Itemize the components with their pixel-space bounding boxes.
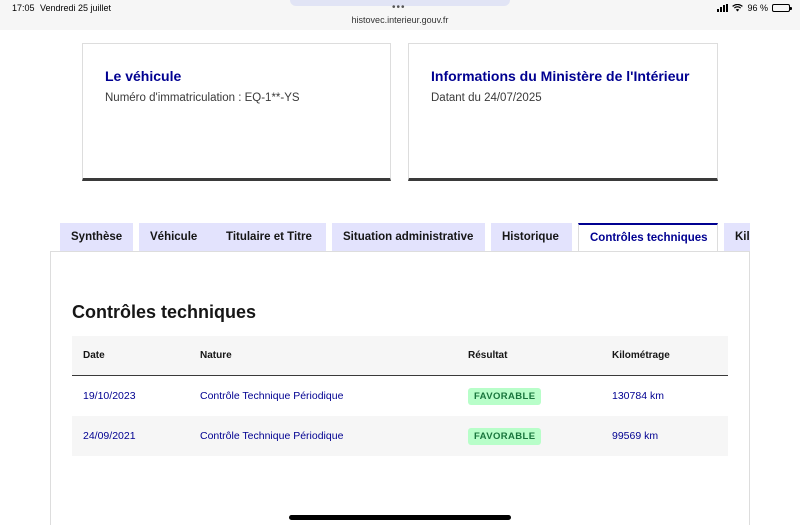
section-title: Contrôles techniques xyxy=(72,302,257,322)
row-date: 19/10/2023 xyxy=(83,390,136,402)
status-time: 17:05 xyxy=(12,3,35,13)
column-header-mileage: Kilométrage xyxy=(612,350,670,361)
column-header-result: Résultat xyxy=(468,350,508,361)
tab-bar: Synthèse Véhicule Titulaire et Titre Sit… xyxy=(60,223,750,252)
more-dots-icon[interactable]: ••• xyxy=(392,2,406,13)
wifi-icon xyxy=(732,4,744,12)
registration-number: Numéro d'immatriculation : EQ-1**-YS xyxy=(105,92,300,104)
tab-titulaire-titre[interactable]: Titulaire et Titre xyxy=(215,223,326,252)
ministry-card: Informations du Ministère de l'Intérieur… xyxy=(408,43,718,181)
tab-controles-techniques[interactable]: Contrôles techniques xyxy=(578,223,718,252)
tab-synthese[interactable]: Synthèse xyxy=(60,223,133,252)
row-date: 24/09/2021 xyxy=(83,430,136,442)
row-result: FAVORABLE xyxy=(468,416,542,456)
technical-controls-table: Date Nature Résultat Kilométrage 19/10/2… xyxy=(72,336,728,456)
row-nature: Contrôle Technique Périodique xyxy=(200,390,344,402)
favorable-badge: FAVORABLE xyxy=(468,427,542,445)
cellular-signal-icon xyxy=(717,4,729,12)
row-nature: Contrôle Technique Périodique xyxy=(200,430,344,442)
vehicle-card: Le véhicule Numéro d'immatriculation : E… xyxy=(82,43,391,181)
tab-kilometrage[interactable]: Kil xyxy=(724,223,750,252)
home-indicator[interactable] xyxy=(289,515,511,520)
address-bar-url[interactable]: histovec.interieur.gouv.fr xyxy=(0,15,800,25)
battery-percentage: 96 % xyxy=(747,3,768,13)
status-date: Vendredi 25 juillet xyxy=(40,3,112,13)
vehicle-card-title: Le véhicule xyxy=(105,68,182,84)
status-bar: 17:05 Vendredi 25 juillet ••• histovec.i… xyxy=(0,0,800,30)
row-result: FAVORABLE xyxy=(468,376,542,416)
table-row: 19/10/2023 Contrôle Technique Périodique… xyxy=(72,376,728,416)
row-mileage: 99569 km xyxy=(612,430,659,442)
tab-situation-administrative[interactable]: Situation administrative xyxy=(332,223,485,252)
table-row: 24/09/2021 Contrôle Technique Périodique… xyxy=(72,416,728,456)
status-indicators: 96 % xyxy=(717,3,792,13)
favorable-badge: FAVORABLE xyxy=(468,387,542,405)
row-mileage: 130784 km xyxy=(612,390,664,402)
data-date: Datant du 24/07/2025 xyxy=(431,92,542,104)
column-header-nature: Nature xyxy=(200,350,232,361)
tab-historique[interactable]: Historique xyxy=(491,223,572,252)
ministry-card-title: Informations du Ministère de l'Intérieur xyxy=(431,68,690,84)
battery-icon xyxy=(772,4,792,12)
column-header-date: Date xyxy=(83,350,105,361)
table-header: Date Nature Résultat Kilométrage xyxy=(72,336,728,376)
